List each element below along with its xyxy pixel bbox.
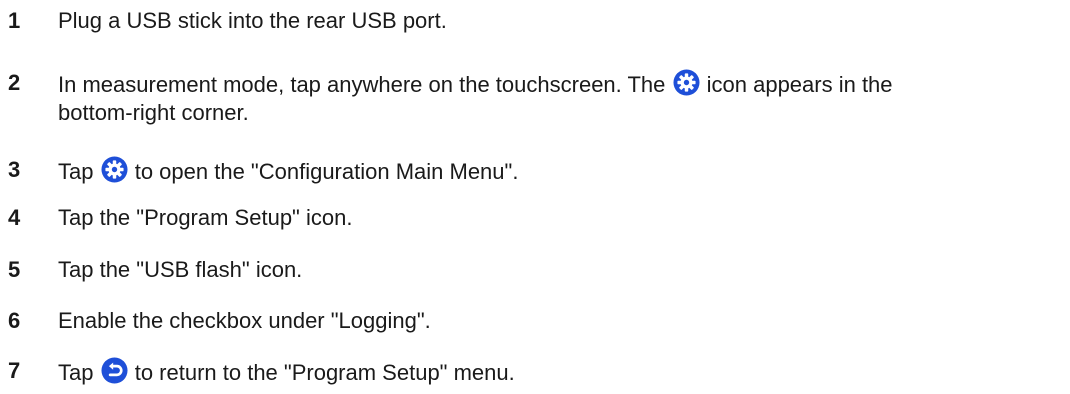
- step-number: 2: [8, 70, 21, 95]
- step-number: 5: [8, 257, 21, 282]
- step-text: Tap the "USB flash" icon.: [58, 257, 303, 282]
- return-arrow-icon: [101, 357, 128, 384]
- step-text: Tap to open the "Configuration Main Menu…: [58, 156, 1058, 186]
- step-number: 4: [8, 205, 21, 230]
- gear-icon: [672, 69, 700, 96]
- step-text: Tap to return to the "Program Setup" men…: [58, 357, 1058, 387]
- step-number: 6: [8, 308, 21, 333]
- step-text-before: Tap: [58, 360, 100, 385]
- step-number: 1: [8, 8, 21, 33]
- step-text-line2: bottom-right corner.: [58, 100, 249, 125]
- gear-icon: [101, 156, 128, 183]
- step-text: Enable the checkbox under "Logging".: [58, 308, 431, 333]
- step-text-after: to return to the "Program Setup" menu.: [128, 360, 515, 385]
- step-text: In measurement mode, tap anywhere on the…: [58, 69, 1058, 127]
- step-number: 3: [8, 157, 21, 182]
- step-text: Plug a USB stick into the rear USB port.: [58, 8, 447, 33]
- step-text-after: to open the "Configuration Main Menu".: [128, 159, 519, 184]
- step-text-before: Tap: [58, 159, 100, 184]
- step-text-before: In measurement mode, tap anywhere on the…: [58, 72, 672, 97]
- step-text-after: icon appears in the: [700, 72, 893, 97]
- step-text: Tap the "Program Setup" icon.: [58, 205, 353, 230]
- step-number: 7: [8, 358, 21, 383]
- instruction-steps: 1 Plug a USB stick into the rear USB por…: [0, 0, 1070, 394]
